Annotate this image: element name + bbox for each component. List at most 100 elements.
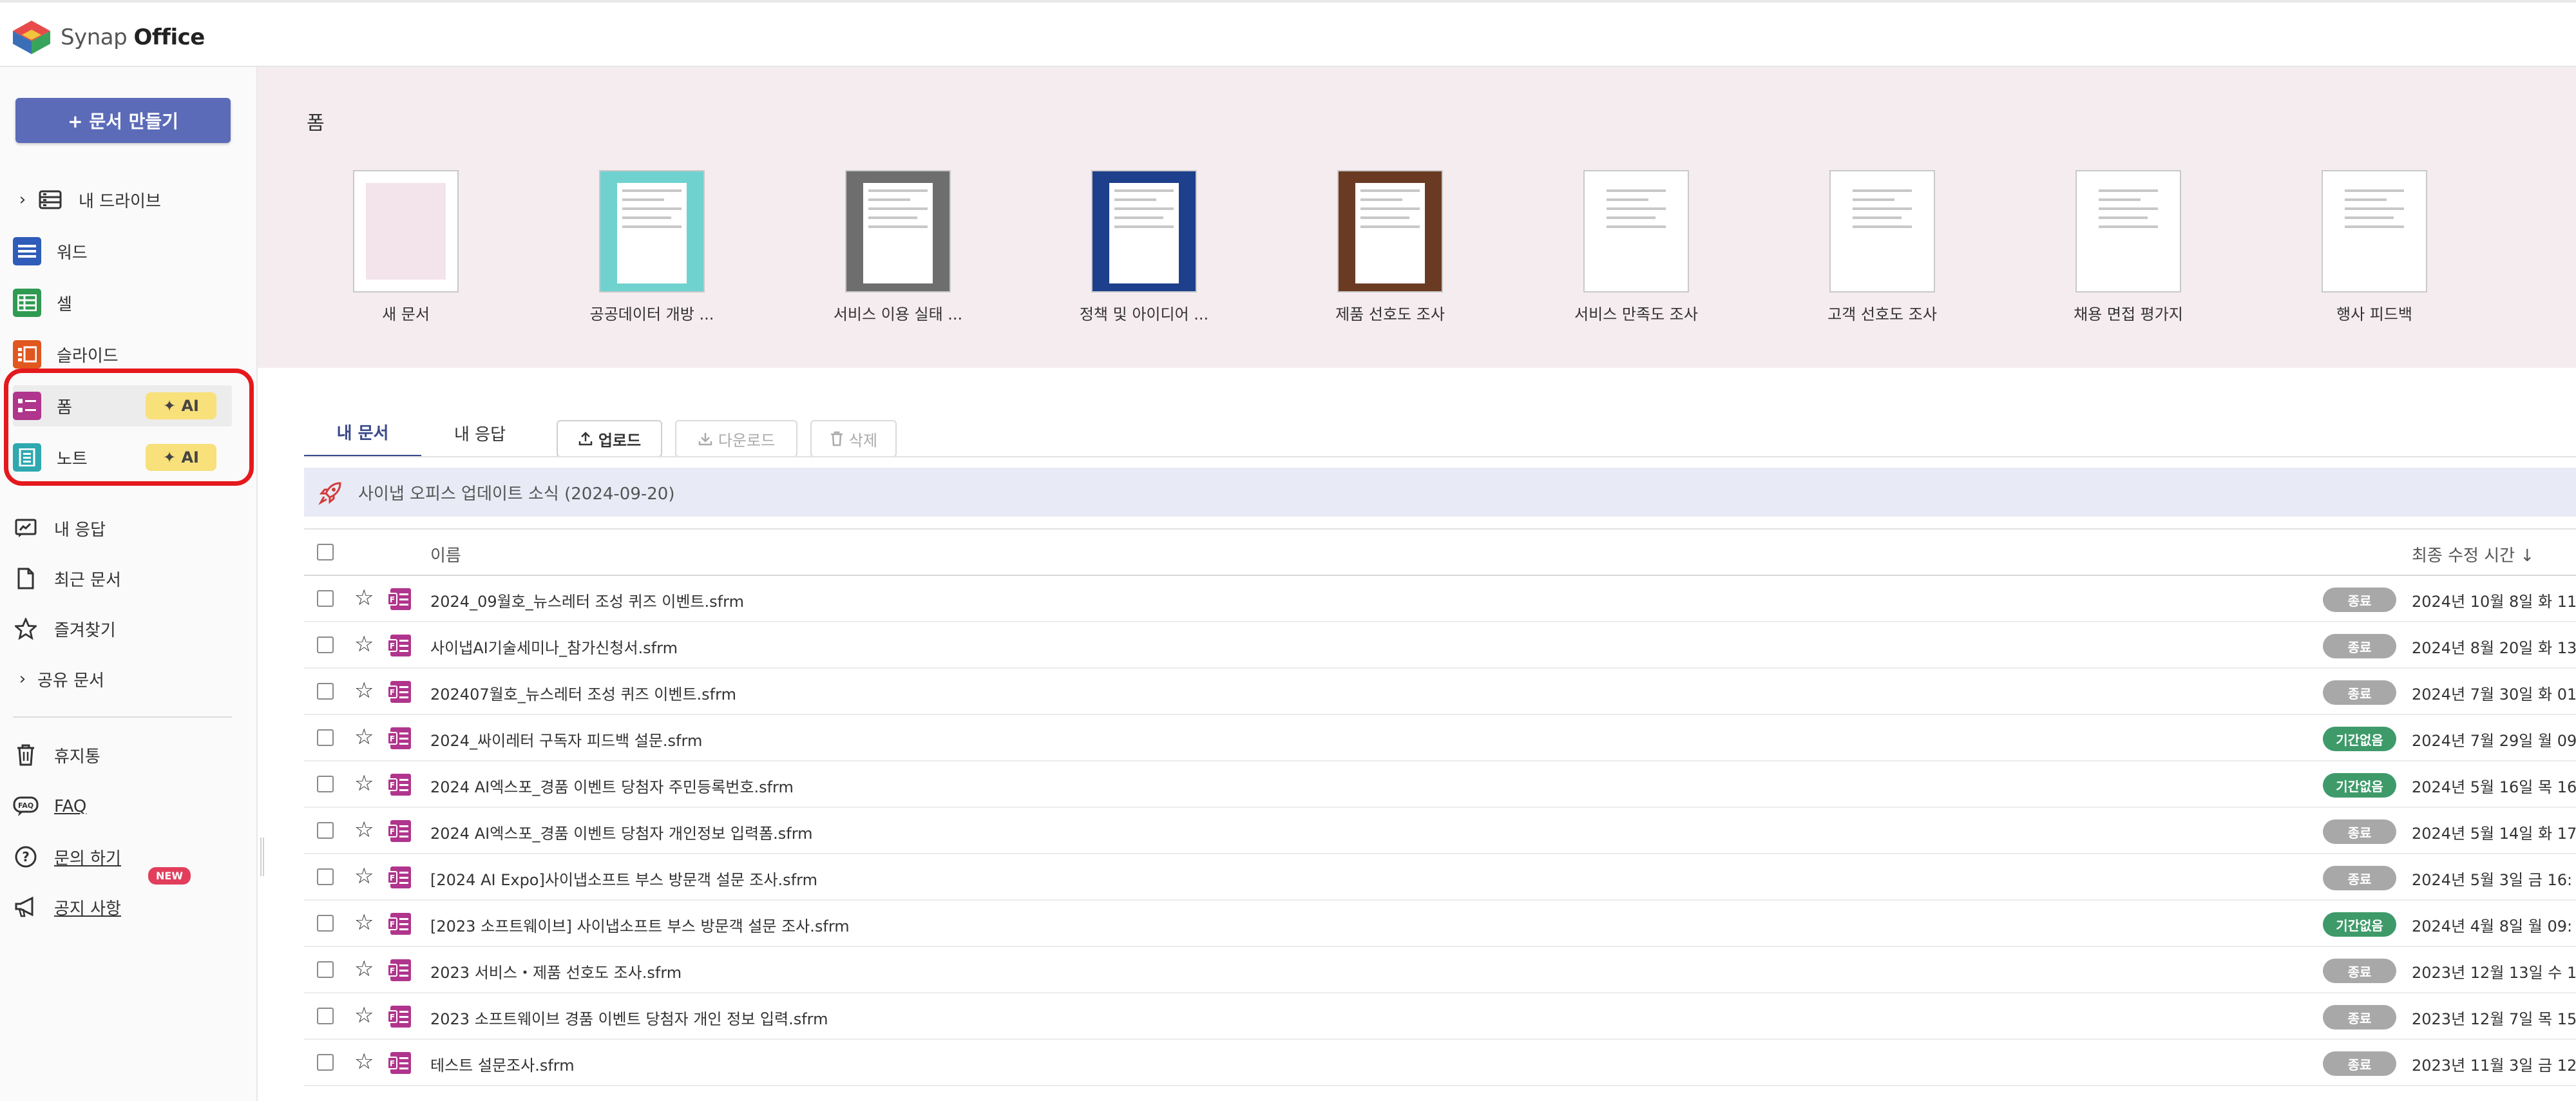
column-header-name[interactable]: 이름 <box>430 542 461 566</box>
row-checkbox[interactable] <box>317 729 334 746</box>
document-name[interactable]: 사이냅AI기술세미나_참가신청서.sfrm <box>430 635 678 658</box>
template-card[interactable]: 서비스 이용 실태 ... <box>792 170 1004 324</box>
star-icon[interactable]: ☆ <box>354 910 374 935</box>
document-name[interactable]: 2024 AI엑스포_경품 이벤트 당첨자 주민등록번호.sfrm <box>430 774 794 797</box>
template-thumbnail[interactable] <box>845 170 951 292</box>
sidebar-item-faq[interactable]: FAQ FAQ <box>13 786 232 827</box>
form-file-icon: F <box>387 1051 412 1075</box>
document-name[interactable]: 202407월호_뉴스레터 조성 퀴즈 이벤트.sfrm <box>430 682 736 704</box>
star-icon[interactable]: ☆ <box>354 724 374 750</box>
status-badge: 기간없음 <box>2323 773 2396 798</box>
sidebar-item-label: 워드 <box>57 243 88 263</box>
sidebar-item-cell[interactable]: 셀 <box>13 282 232 323</box>
document-name[interactable]: 2024 AI엑스포_경품 이벤트 당첨자 개인정보 입력폼.sfrm <box>430 821 813 843</box>
table-row[interactable]: ☆ F 202407월호_뉴스레터 조성 퀴즈 이벤트.sfrm 종료 2024년 7월… <box>304 669 2576 715</box>
row-checkbox[interactable] <box>317 1008 334 1024</box>
document-icon <box>13 566 39 591</box>
download-button[interactable]: 다운로드 <box>675 420 797 457</box>
sidebar-item-word[interactable]: 워드 <box>13 231 232 272</box>
sidebar-item-trash[interactable]: 휴지통 <box>13 734 232 776</box>
document-name[interactable]: [2024 AI Expo]사이냅소프트 부스 방문객 설문 조사.sfrm <box>430 867 817 890</box>
row-checkbox[interactable] <box>317 868 334 885</box>
template-card[interactable]: 새 문서 <box>300 170 512 324</box>
template-card[interactable]: 공공데이터 개방 ... <box>546 170 758 324</box>
template-card[interactable]: 채용 면접 평가지 <box>2022 170 2235 324</box>
star-icon[interactable]: ☆ <box>354 817 374 843</box>
star-icon[interactable]: ☆ <box>354 863 374 889</box>
document-tabs: 내 문서 내 응답 업로드 다운로드 삭제 <box>304 408 2576 457</box>
create-document-button[interactable]: + 문서 만들기 <box>15 98 231 143</box>
sidebar-item-inquiry[interactable]: ? 문의 하기 <box>13 836 232 877</box>
template-card[interactable]: 제품 선호도 조사 <box>1284 170 1496 324</box>
document-name[interactable]: 2024_싸이레터 구독자 피드백 설문.sfrm <box>430 728 702 751</box>
template-thumbnail[interactable] <box>2075 170 2181 292</box>
row-checkbox[interactable] <box>317 590 334 607</box>
form-file-icon: F <box>387 1004 412 1029</box>
select-all-checkbox[interactable] <box>317 544 334 560</box>
sidebar-item-shared[interactable]: › 공유 문서 <box>13 658 232 700</box>
star-icon[interactable]: ☆ <box>354 631 374 657</box>
table-row[interactable]: ☆ F 2024_싸이레터 구독자 피드백 설문.sfrm 기간없음 2024년 7월 … <box>304 715 2576 761</box>
table-row[interactable]: ☆ F [2024 AI Expo]사이냅소프트 부스 방문객 설문 조사.sfrm… <box>304 854 2576 901</box>
upload-icon <box>578 432 593 446</box>
template-thumbnail[interactable] <box>1583 170 1689 292</box>
chevron-right-icon[interactable]: › <box>13 669 32 689</box>
document-name[interactable]: [2023 소프트웨이브] 사이냅소프트 부스 방문객 설문 조사.sfrm <box>430 914 850 936</box>
star-icon[interactable]: ☆ <box>354 771 374 796</box>
star-icon[interactable]: ☆ <box>354 956 374 982</box>
delete-button[interactable]: 삭제 <box>810 420 897 457</box>
table-row[interactable]: ☆ F 사이냅AI기술세미나_참가신청서.sfrm 종료 2024년 8월 20일 화 … <box>304 622 2576 669</box>
sidebar-divider <box>13 716 232 718</box>
svg-text:FAQ: FAQ <box>18 801 33 810</box>
status-badge: 종료 <box>2323 1051 2396 1076</box>
row-checkbox[interactable] <box>317 961 334 978</box>
template-card[interactable]: 정책 및 아이디어 ... <box>1038 170 1250 324</box>
row-checkbox[interactable] <box>317 776 334 792</box>
modified-time: 2023년 11월 3일 금 12 <box>2412 1057 2576 1075</box>
tab-my-responses[interactable]: 내 응답 <box>421 408 539 457</box>
star-icon[interactable]: ☆ <box>354 1002 374 1028</box>
star-icon[interactable]: ☆ <box>354 585 374 611</box>
synap-office-logo[interactable]: Synap Office <box>12 19 205 55</box>
table-row[interactable]: ☆ F 2024_09월호_뉴스레터 조성 퀴즈 이벤트.sfrm 종료 2024년 1… <box>304 576 2576 622</box>
template-thumbnail[interactable] <box>353 170 459 292</box>
document-name[interactable]: 2023 서비스・제품 선호도 조사.sfrm <box>430 960 682 982</box>
chevron-right-icon[interactable]: › <box>13 190 32 209</box>
table-row[interactable]: ☆ F 테스트 설문조사.sfrm 종료 2023년 11월 3일 금 12 <box>304 1040 2576 1086</box>
template-card[interactable]: 행사 피드백 <box>2268 170 2481 324</box>
tab-my-documents[interactable]: 내 문서 <box>304 408 421 457</box>
sidebar-item-favorites[interactable]: 즐겨찾기 <box>13 608 232 649</box>
template-paper <box>2340 183 2409 283</box>
template-thumbnail[interactable] <box>1091 170 1197 292</box>
table-row[interactable]: ☆ F 2024 AI엑스포_경품 이벤트 당첨자 개인정보 입력폼.sfrm 종료 2… <box>304 808 2576 854</box>
template-thumbnail[interactable] <box>599 170 705 292</box>
star-icon[interactable]: ☆ <box>354 678 374 704</box>
document-name[interactable]: 테스트 설문조사.sfrm <box>430 1053 575 1075</box>
sidebar-item-notice[interactable]: 공지 사항 NEW <box>13 867 232 928</box>
sidebar-item-my-responses[interactable]: 내 응답 <box>13 508 232 549</box>
table-row[interactable]: ☆ F 2023 소프트웨이브 경품 이벤트 당첨자 개인 정보 입력.sfrm 종료… <box>304 993 2576 1040</box>
notice-text: 사이냅 오피스 업데이트 소식 (2024-09-20) <box>358 484 675 504</box>
table-row[interactable]: ☆ F 2024 AI엑스포_경품 이벤트 당첨자 주민등록번호.sfrm 기간없음 2… <box>304 761 2576 808</box>
template-thumbnail[interactable] <box>2322 170 2427 292</box>
template-thumbnail[interactable] <box>1337 170 1443 292</box>
document-name[interactable]: 2024_09월호_뉴스레터 조성 퀴즈 이벤트.sfrm <box>430 589 744 611</box>
row-checkbox[interactable] <box>317 915 334 932</box>
sidebar-item-my-drive[interactable]: › 내 드라이브 <box>13 179 232 220</box>
star-icon[interactable]: ☆ <box>354 1049 374 1075</box>
template-card[interactable]: 서비스 만족도 조사 <box>1530 170 1742 324</box>
upload-button[interactable]: 업로드 <box>557 420 662 457</box>
row-checkbox[interactable] <box>317 683 334 700</box>
row-checkbox[interactable] <box>317 822 334 839</box>
template-card[interactable]: 고객 선호도 조사 <box>1776 170 1989 324</box>
update-notice-banner[interactable]: 사이냅 오피스 업데이트 소식 (2024-09-20) <box>304 468 2576 517</box>
row-checkbox[interactable] <box>317 637 334 653</box>
sidebar-item-recent[interactable]: 최근 문서 <box>13 558 232 599</box>
column-header-modified[interactable]: 최종 수정 시간 ↓ <box>2412 542 2534 566</box>
row-checkbox[interactable] <box>317 1054 334 1071</box>
document-name[interactable]: 2023 소프트웨이브 경품 이벤트 당첨자 개인 정보 입력.sfrm <box>430 1006 828 1029</box>
template-thumbnail[interactable] <box>1829 170 1935 292</box>
download-label: 다운로드 <box>718 431 776 450</box>
table-row[interactable]: ☆ F [2023 소프트웨이브] 사이냅소프트 부스 방문객 설문 조사.sfrm… <box>304 901 2576 947</box>
table-row[interactable]: ☆ F 2023 서비스・제품 선호도 조사.sfrm 종료 2023년 12월 13일… <box>304 947 2576 993</box>
